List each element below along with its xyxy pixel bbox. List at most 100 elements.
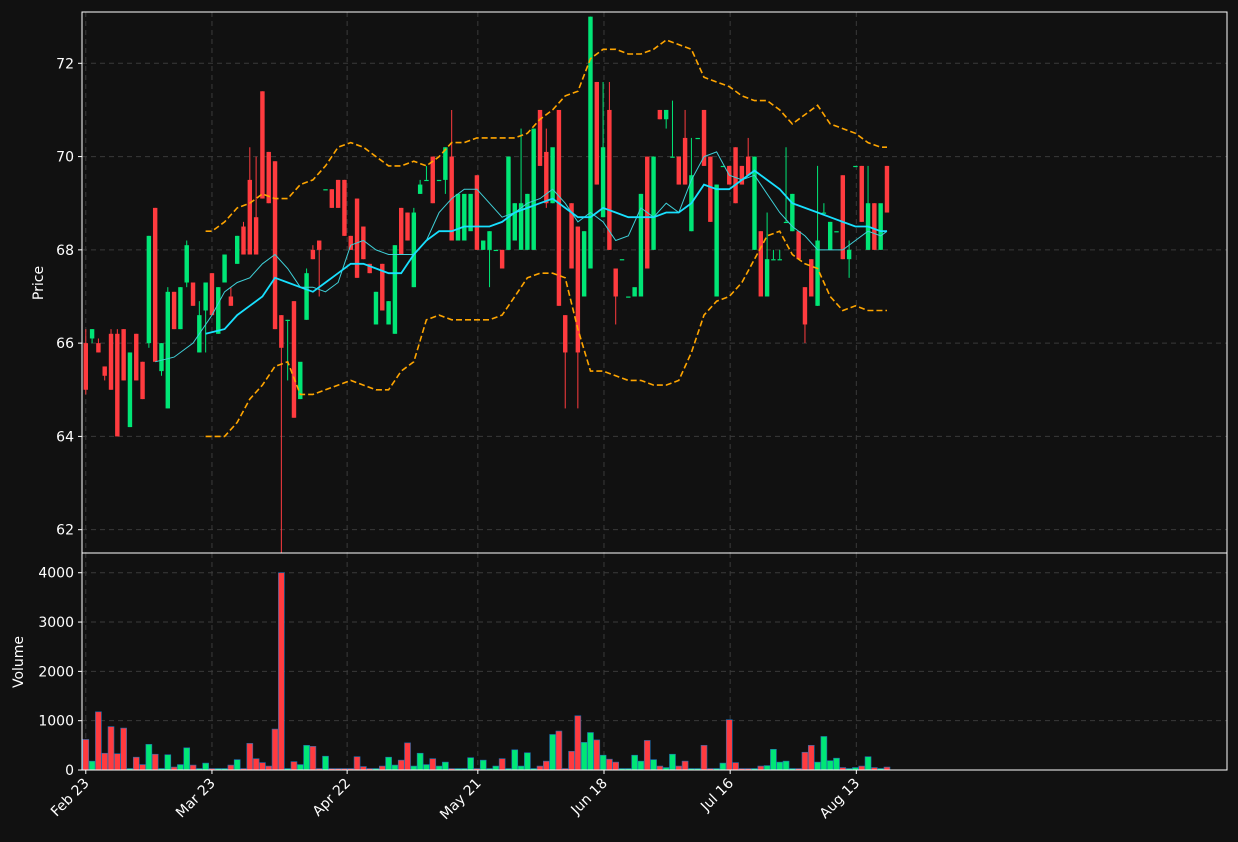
volume-bar (246, 743, 254, 771)
candle-body (834, 231, 839, 233)
volume-bar (555, 730, 563, 771)
volume-bar (801, 751, 809, 771)
volume-bar (189, 764, 197, 771)
volume-bar (145, 744, 153, 771)
candle-body (361, 226, 366, 260)
candle-body (474, 175, 480, 250)
volume-bar (290, 761, 298, 771)
volume-bar (543, 760, 550, 771)
candle-body (178, 287, 183, 330)
volume-bar (631, 754, 638, 771)
candle-body (846, 249, 852, 260)
volume-bar (271, 728, 279, 771)
candle-body (171, 291, 177, 330)
candle-body (348, 235, 353, 250)
volume-bar (593, 739, 601, 771)
volume-bar (763, 765, 771, 771)
candle-body (279, 315, 284, 348)
volume-bar (278, 572, 285, 771)
volume-bar (864, 756, 872, 771)
candle-body (499, 249, 505, 269)
candle-body (531, 128, 536, 250)
candle-body (102, 366, 107, 376)
price-tick-label: 70 (56, 150, 74, 166)
candle-body (417, 184, 423, 194)
candle-body (714, 184, 719, 297)
candle-body (859, 165, 864, 222)
price-tick-label: 64 (56, 429, 74, 445)
candle-body (228, 296, 234, 306)
volume-bar (492, 765, 500, 771)
volume-bar (82, 739, 90, 771)
candle-body (462, 193, 467, 241)
volume-bar (202, 762, 209, 771)
volume-bar (391, 764, 399, 771)
candle-body (247, 179, 253, 255)
candle-body (512, 203, 517, 241)
candle-body (304, 273, 309, 320)
volume-bar (416, 752, 424, 771)
volume-bar (265, 765, 273, 771)
candle-body (430, 156, 435, 204)
volume-bar (536, 765, 544, 771)
volume-bar (833, 757, 840, 771)
candle-body (506, 156, 511, 250)
candle-body (411, 212, 417, 288)
candle-body (285, 319, 290, 322)
candle-body (827, 221, 833, 250)
candle-body (121, 329, 126, 381)
candle-body (436, 179, 442, 182)
candle-body (424, 179, 429, 182)
volume-bar (612, 761, 619, 771)
volume-bar (233, 759, 241, 771)
candle-body (853, 165, 858, 168)
volume-bar (858, 765, 866, 771)
candle-body (386, 301, 391, 325)
candle-body (127, 352, 133, 428)
volume-bar (725, 719, 733, 771)
volume-bar (517, 765, 525, 771)
candle-body (708, 156, 713, 222)
candle-body (695, 137, 700, 140)
volume-bar (574, 715, 582, 771)
volume-tick-label: 1000 (38, 714, 74, 730)
candle-body (676, 156, 681, 185)
candle-body (878, 203, 883, 250)
candle-body (329, 189, 335, 208)
candle-body (487, 231, 492, 250)
volume-bar (770, 748, 777, 771)
candle-body (152, 207, 158, 362)
candle-body (253, 217, 259, 255)
candle-body (96, 343, 101, 353)
volume-bar (442, 761, 449, 771)
volume-bar (114, 753, 121, 771)
candle-body (777, 259, 782, 261)
candle-body (216, 287, 221, 334)
volume-bar (757, 765, 765, 771)
candle-body (455, 193, 461, 241)
volume-bar (814, 761, 821, 771)
candle-body (146, 235, 152, 344)
volume-bar (732, 762, 739, 771)
volume-bar (498, 758, 506, 771)
volume-bar (599, 754, 607, 771)
volume-bar (139, 764, 146, 771)
volume-bar (669, 753, 676, 771)
volume-bar (549, 734, 556, 771)
volume-bar (776, 761, 784, 771)
volume-bar (479, 759, 487, 771)
volume-bar (132, 756, 140, 771)
candle-body (745, 156, 751, 176)
price-tick-label: 66 (56, 336, 74, 352)
candle-body (291, 301, 297, 418)
candle-body (563, 315, 568, 353)
candle-body (310, 249, 316, 260)
candle-body (184, 245, 189, 283)
candle-body (115, 333, 120, 437)
volume-bar (378, 765, 386, 771)
volume-bar (820, 736, 828, 771)
volume-bar (322, 755, 329, 771)
volume-bar (309, 746, 317, 771)
candlestick-chart: 626466687072 01000200030004000 Feb 23 Mar… (0, 0, 1238, 842)
candle-body (758, 231, 764, 297)
